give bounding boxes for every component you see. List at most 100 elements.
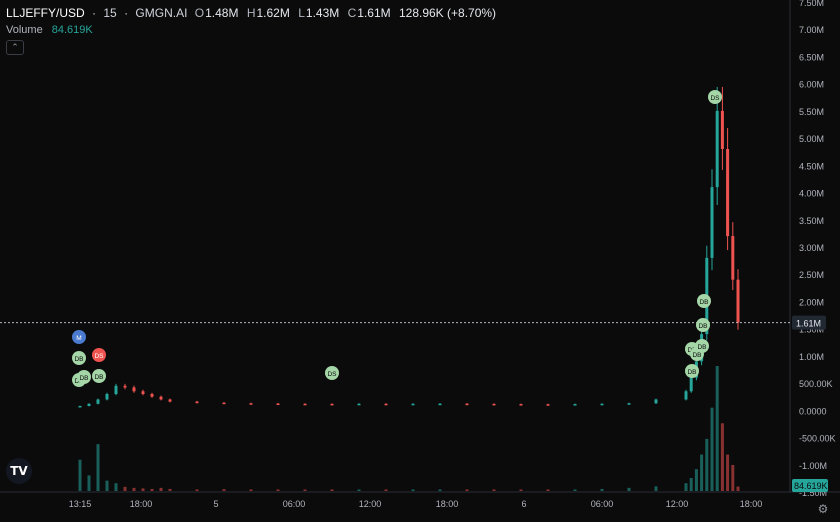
candle-body — [78, 405, 82, 408]
candle-body — [357, 403, 361, 406]
chart-header: LLJEFFY/USD · 15 · GMGN.AI O1.48M H1.62M… — [6, 6, 500, 20]
volume-bar — [438, 489, 442, 491]
gear-icon[interactable]: ⚙ — [816, 502, 830, 516]
candle-body — [276, 403, 280, 406]
candle-body — [715, 110, 719, 188]
price-tick-label: 2.00M — [799, 297, 824, 307]
volume-bar — [694, 469, 698, 491]
price-tick-label: 1.00M — [799, 352, 824, 362]
volume-bar — [384, 489, 388, 491]
low-key: L — [298, 6, 305, 20]
trade-marker-label: DB — [699, 299, 708, 306]
candle-body — [573, 404, 577, 406]
time-tick-label: 5 — [213, 499, 218, 509]
candle-body — [731, 236, 735, 280]
trade-marker-label: DB — [687, 369, 696, 376]
price-chart[interactable]: 7.50M 7.00M 6.50M 6.00M 5.50M 5.00M 4.50M 4.00M… — [0, 0, 840, 522]
volume-bar — [276, 489, 280, 491]
candle-body — [710, 187, 714, 258]
price-tick-label: 7.00M — [799, 25, 824, 35]
time-tick-label: 6 — [521, 499, 526, 509]
volume-bar — [96, 444, 100, 491]
volume-bar — [141, 488, 145, 491]
candle-body — [123, 385, 127, 388]
candle-body — [195, 401, 199, 404]
price-tick-label: 0.0000 — [799, 406, 827, 416]
chevron-up-icon[interactable]: ⌃ — [6, 40, 24, 55]
candle-body — [654, 399, 658, 404]
volume-bar — [654, 486, 658, 491]
volume-bar — [222, 489, 226, 491]
volume-bar — [736, 486, 740, 491]
volume-bar — [150, 488, 154, 491]
volume-bar — [705, 438, 709, 491]
volume-label: Volume — [6, 24, 43, 36]
candle-body — [519, 404, 523, 406]
candle-body — [720, 110, 724, 149]
change-value: 128.96K (+8.70%) — [398, 6, 497, 20]
trade-marker-label: DB — [94, 374, 103, 381]
trade-marker-label: DB — [692, 352, 701, 359]
volume-bar — [465, 489, 469, 491]
close-key: C — [347, 6, 357, 20]
separator: · — [92, 6, 97, 20]
volume-bar — [546, 489, 550, 491]
candle-body — [689, 377, 693, 392]
time-tick-label: 18:00 — [130, 499, 153, 509]
volume-legend: Volume 84.619K — [6, 24, 93, 36]
price-tick-label: 4.00M — [799, 189, 824, 199]
time-tick-label: 06:00 — [591, 499, 614, 509]
candle-body — [627, 403, 631, 405]
volume-bar — [168, 488, 172, 491]
time-tick-label: 12:00 — [359, 499, 382, 509]
volume-bar — [720, 423, 724, 491]
volume-bar — [114, 483, 118, 491]
tradingview-logo[interactable]: TV — [6, 458, 32, 484]
volume-bar — [710, 407, 714, 491]
trade-marker-label: DS — [710, 95, 720, 102]
candle-body — [303, 403, 307, 406]
high-key: H — [246, 6, 256, 20]
volume-bar — [519, 489, 523, 491]
current-volume-label: 84.619K — [794, 481, 828, 491]
volume-bar — [249, 489, 253, 491]
open-value: 1.48M — [205, 6, 239, 20]
volume-bar — [411, 489, 415, 491]
candle-body — [159, 396, 163, 400]
price-tick-label: 3.00M — [799, 243, 824, 253]
candle-body — [87, 403, 91, 406]
price-tick-label: 500.00K — [799, 379, 833, 389]
volume-bar — [357, 489, 361, 491]
interval-label[interactable]: 15 — [103, 6, 116, 20]
volume-bar — [330, 489, 334, 491]
trade-marker-label: DB — [74, 356, 83, 363]
candle-body — [736, 279, 740, 323]
candle-body — [684, 391, 688, 400]
volume-bar — [689, 477, 693, 491]
symbol-label[interactable]: LLJEFFY/USD — [6, 6, 85, 20]
volume-value: 84.619K — [51, 24, 93, 36]
volume-bar — [627, 487, 631, 491]
candle-body — [465, 403, 469, 406]
candle-body — [114, 385, 118, 394]
volume-bar — [684, 483, 688, 491]
trade-marker-label: M — [76, 335, 81, 342]
time-tick-label: 18:00 — [740, 499, 763, 509]
candle-body — [168, 399, 172, 402]
candle-body — [330, 403, 334, 406]
volume-bar — [492, 489, 496, 491]
trade-marker-label: DB — [79, 375, 88, 382]
candle-body — [150, 394, 154, 397]
candle-body — [384, 403, 388, 406]
price-tick-label: 2.50M — [799, 270, 824, 280]
high-value: 1.62M — [256, 6, 290, 20]
volume-bar — [123, 486, 127, 491]
volume-bar — [159, 487, 163, 491]
price-tick-label: 3.50M — [799, 216, 824, 226]
volume-bar — [78, 459, 82, 491]
open-key: O — [194, 6, 205, 20]
volume-bar — [700, 454, 704, 491]
candle-body — [600, 403, 604, 406]
candle-body — [132, 387, 136, 392]
trade-marker-label: DS — [94, 353, 104, 360]
